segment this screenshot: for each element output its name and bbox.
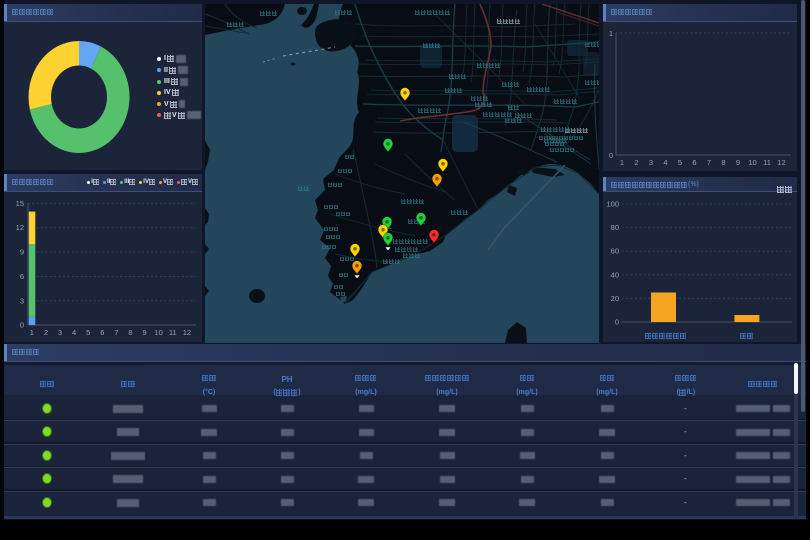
- svg-text:0: 0: [615, 318, 619, 327]
- svg-text:80: 80: [611, 223, 619, 232]
- svg-text:7: 7: [114, 328, 118, 337]
- svg-text:9: 9: [736, 158, 740, 167]
- svg-text:3: 3: [649, 158, 653, 167]
- svg-text:12: 12: [777, 158, 785, 167]
- svg-text:1: 1: [30, 328, 34, 337]
- svg-text:3: 3: [58, 328, 62, 337]
- svg-text:3: 3: [20, 296, 24, 305]
- svg-text:40: 40: [611, 270, 619, 279]
- svg-text:8: 8: [128, 328, 132, 337]
- svg-text:10: 10: [748, 158, 756, 167]
- svg-text:4: 4: [72, 328, 76, 337]
- svg-text:10: 10: [155, 328, 163, 337]
- svg-text:6: 6: [20, 272, 24, 281]
- svg-text:9: 9: [143, 328, 147, 337]
- svg-text:15: 15: [16, 199, 24, 208]
- svg-text:12: 12: [16, 223, 24, 232]
- svg-text:11: 11: [169, 328, 177, 337]
- svg-text:60: 60: [611, 247, 619, 256]
- svg-text:4: 4: [663, 158, 667, 167]
- svg-text:20: 20: [611, 294, 619, 303]
- svg-text:0: 0: [609, 151, 613, 160]
- svg-text:7: 7: [707, 158, 711, 167]
- svg-text:1: 1: [620, 158, 624, 167]
- svg-text:5: 5: [678, 158, 682, 167]
- svg-text:12: 12: [183, 328, 191, 337]
- svg-text:1: 1: [609, 29, 613, 38]
- svg-text:100: 100: [606, 200, 619, 209]
- svg-text:6: 6: [692, 158, 696, 167]
- svg-text:0: 0: [20, 321, 24, 330]
- svg-text:6: 6: [100, 328, 104, 337]
- svg-text:2: 2: [634, 158, 638, 167]
- svg-text:11: 11: [763, 158, 771, 167]
- svg-text:5: 5: [86, 328, 90, 337]
- svg-text:2: 2: [44, 328, 48, 337]
- svg-text:8: 8: [721, 158, 725, 167]
- svg-text:9: 9: [20, 248, 24, 257]
